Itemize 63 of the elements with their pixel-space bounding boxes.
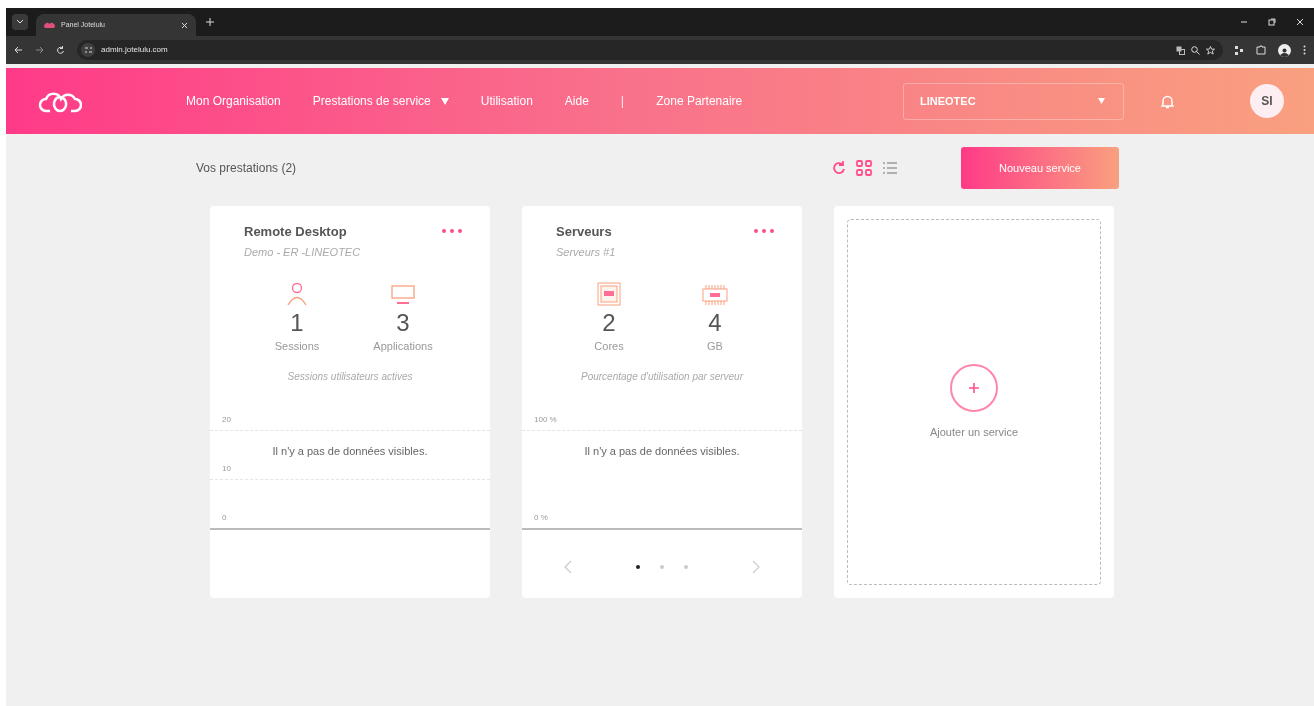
chart-caption: Sessions utilisateurs actives <box>286 369 414 384</box>
memory-chip-icon <box>702 284 728 306</box>
tab-list-button[interactable] <box>12 14 28 30</box>
nav-link[interactable]: Mon Organisation <box>186 92 281 110</box>
metric-label: Sessions <box>274 339 320 354</box>
more-options-button[interactable] <box>442 229 462 233</box>
reload-icon[interactable] <box>56 45 65 55</box>
translate-icon[interactable] <box>1176 45 1185 55</box>
user-avatar[interactable]: SI <box>1250 84 1284 118</box>
card-subtitle: Serveurs #1 <box>556 244 616 260</box>
plus-icon <box>950 363 998 412</box>
caret-icon <box>1098 98 1105 104</box>
site-info-icon[interactable] <box>81 43 95 57</box>
menu-icon[interactable] <box>1303 45 1306 55</box>
chevron-down-icon <box>16 19 24 25</box>
add-service-area[interactable]: Ajouter un service <box>847 219 1101 585</box>
back-icon[interactable] <box>14 46 23 54</box>
cpu-chip-icon <box>597 282 621 306</box>
nav-link[interactable]: Zone Partenaire <box>656 92 743 110</box>
grid-view-button[interactable] <box>854 158 874 178</box>
axis-label: 0 % <box>534 513 548 522</box>
monitor-icon <box>391 284 415 306</box>
empty-message: Il n'y a pas de données visibles. <box>271 443 429 459</box>
profile-icon[interactable] <box>1278 43 1291 57</box>
card-title: Remote Desktop <box>244 223 348 241</box>
nav-link[interactable]: Aide <box>564 92 589 110</box>
axis-label: 20 <box>222 415 231 424</box>
metric-value: 2 <box>602 308 616 338</box>
user-icon <box>286 282 308 306</box>
new-service-button[interactable]: Nouveau service <box>961 147 1119 189</box>
card-subtitle: Demo - ER -LINEOTEC <box>244 244 361 260</box>
axis-label: 0 <box>222 513 227 522</box>
close-icon[interactable] <box>1296 18 1304 26</box>
metric-label: GB <box>707 339 723 354</box>
refresh-icon[interactable] <box>832 161 846 175</box>
axis-label: 100 % <box>534 415 557 424</box>
minimize-icon[interactable] <box>1240 18 1248 26</box>
new-tab-icon[interactable] <box>206 18 214 26</box>
close-icon[interactable] <box>181 21 188 29</box>
nav-link[interactable]: Utilisation <box>480 92 533 110</box>
star-icon[interactable] <box>1206 45 1215 55</box>
address-bar[interactable]: admin.jotelulu.com <box>77 40 1223 60</box>
empty-message: Il n'y a pas de données visibles. <box>583 443 741 459</box>
metric-value: 4 <box>708 308 722 338</box>
metric-label: Cores <box>594 339 624 354</box>
organization-select[interactable]: LINEOTEC <box>903 82 1124 120</box>
nav-separator: | <box>620 92 625 111</box>
metric-label: Applications <box>373 339 433 354</box>
nav-dropdown[interactable]: Prestations de service <box>312 92 449 110</box>
cloud-icon <box>44 22 55 28</box>
caret-icon <box>440 97 449 105</box>
zoom-icon[interactable] <box>1191 45 1200 55</box>
chart-caption: Pourcentage d'utilisation par serveur <box>580 369 745 384</box>
axis-label: 10 <box>222 464 231 473</box>
url-text: admin.jotelulu.com <box>101 44 168 56</box>
card-title: Serveurs <box>556 223 613 241</box>
metric-value: 3 <box>396 308 410 338</box>
services-heading: Vos prestations (2) <box>196 160 297 177</box>
extension-icon[interactable] <box>1235 45 1244 55</box>
forward-icon[interactable] <box>35 46 44 54</box>
more-options-button[interactable] <box>754 229 774 233</box>
metric-value: 1 <box>290 308 304 338</box>
restore-icon[interactable] <box>1268 18 1276 26</box>
